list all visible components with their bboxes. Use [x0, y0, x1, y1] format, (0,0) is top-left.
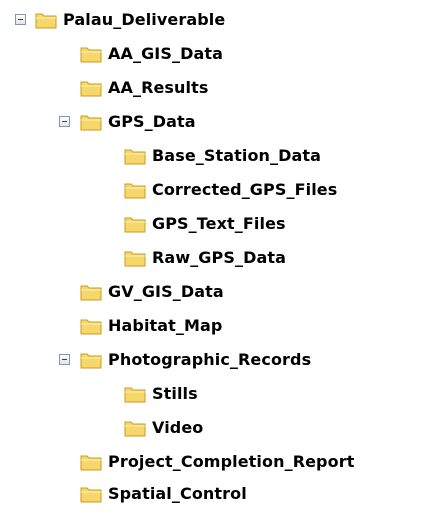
tree-node-project-completion-report[interactable]: Project_Completion_Report [0, 445, 440, 479]
tree-node-corrected-gps-files[interactable]: Corrected_GPS_Files [0, 173, 440, 207]
collapse-toggle-icon[interactable] [59, 116, 70, 127]
folder-icon [124, 183, 146, 199]
tree-node-label: Habitat_Map [108, 316, 223, 335]
folder-icon [80, 455, 102, 471]
tree-node-label: Base_Station_Data [152, 146, 322, 165]
tree-node-gps-text-files[interactable]: GPS_Text_Files [0, 207, 440, 241]
collapse-toggle-icon[interactable] [59, 354, 70, 365]
tree-node-label: Stills [152, 384, 198, 403]
tree-node-base-station-data[interactable]: Base_Station_Data [0, 139, 440, 173]
tree-node-raw-gps-data[interactable]: Raw_GPS_Data [0, 241, 440, 275]
collapse-toggle-icon[interactable] [15, 14, 26, 25]
tree-node-label: GPS_Data [108, 112, 196, 131]
tree-node-label: Corrected_GPS_Files [152, 180, 338, 199]
tree-node-label: Photographic_Records [108, 350, 312, 369]
tree-node-label: GV_GIS_Data [108, 282, 224, 301]
tree-node-label: AA_Results [108, 78, 209, 97]
tree-node-label: Spatial_Control [108, 484, 247, 503]
tree-node-aa-gis-data[interactable]: AA_GIS_Data [0, 37, 440, 71]
folder-icon [35, 13, 57, 29]
folder-icon [80, 353, 102, 369]
folder-icon [124, 387, 146, 403]
folder-icon [80, 81, 102, 97]
folder-tree: Palau_Deliverable AA_GIS_Data AA_Results… [0, 0, 440, 512]
tree-node-gv-gis-data[interactable]: GV_GIS_Data [0, 275, 440, 309]
tree-node-video[interactable]: Video [0, 411, 440, 445]
folder-icon [80, 47, 102, 63]
tree-node-gps-data[interactable]: GPS_Data [0, 105, 440, 139]
folder-icon [80, 285, 102, 301]
tree-node-spatial-control[interactable]: Spatial_Control [0, 477, 440, 511]
tree-node-label: GPS_Text_Files [152, 214, 286, 233]
tree-node-aa-results[interactable]: AA_Results [0, 71, 440, 105]
tree-node-label: Project_Completion_Report [108, 452, 355, 471]
tree-node-palau-deliverable[interactable]: Palau_Deliverable [0, 3, 440, 37]
folder-icon [80, 487, 102, 503]
tree-node-label: AA_GIS_Data [108, 44, 223, 63]
tree-node-photographic-records[interactable]: Photographic_Records [0, 343, 440, 377]
folder-icon [124, 149, 146, 165]
folder-icon [80, 319, 102, 335]
folder-icon [80, 115, 102, 131]
tree-node-label: Raw_GPS_Data [152, 248, 287, 267]
tree-node-label: Video [152, 418, 204, 437]
tree-node-habitat-map[interactable]: Habitat_Map [0, 309, 440, 343]
tree-node-label: Palau_Deliverable [63, 10, 226, 29]
folder-icon [124, 421, 146, 437]
folder-icon [124, 217, 146, 233]
tree-node-stills[interactable]: Stills [0, 377, 440, 411]
folder-icon [124, 251, 146, 267]
